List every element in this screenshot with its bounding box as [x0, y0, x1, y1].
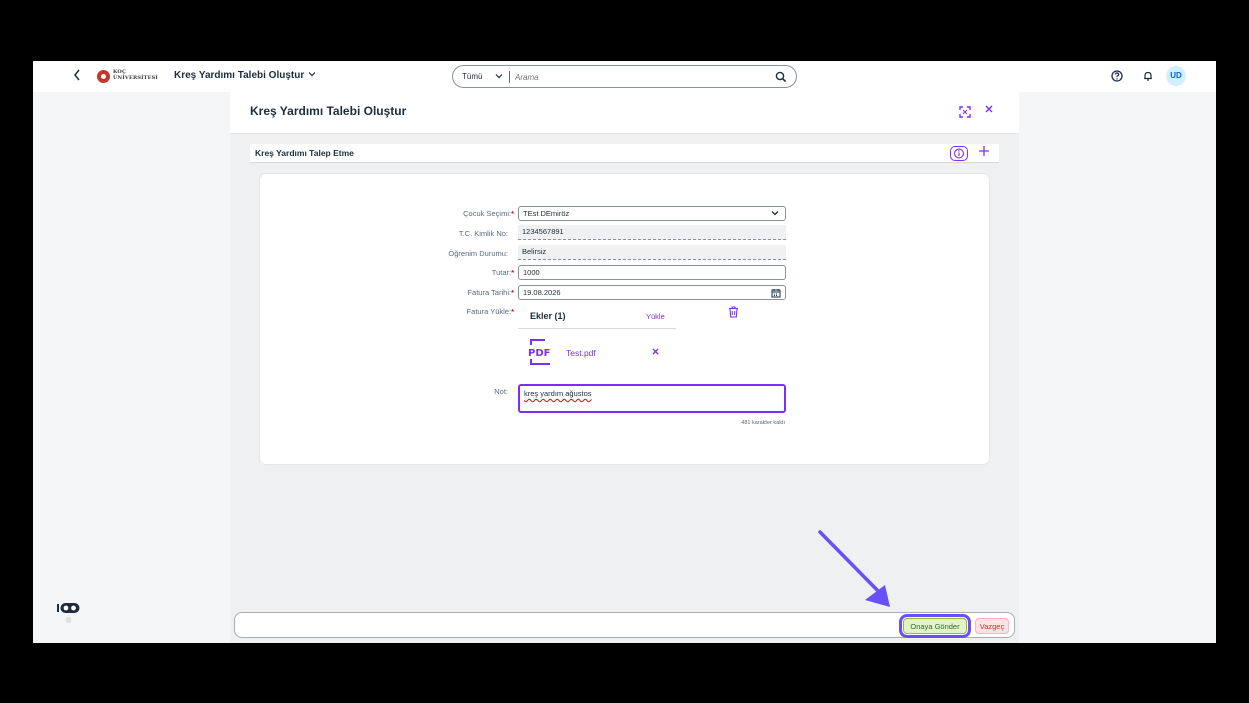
- character-counter: 481 karakter kaldı: [741, 420, 785, 426]
- tc-label: T.C. Kimlik No:: [458, 229, 508, 238]
- trash-icon: [729, 306, 738, 318]
- required-marker: *: [511, 288, 514, 297]
- calendar-icon: [771, 289, 781, 298]
- invoice-date-label: Fatura Tarihi:*: [344, 288, 514, 297]
- logo-text-bottom: ÜNİVERSİTESİ: [113, 75, 158, 81]
- section-title: Kreş Yardımı Talep Etme: [255, 148, 354, 158]
- add-button[interactable]: [978, 143, 990, 161]
- shell-bar: KOÇ ÜNİVERSİTESİ Kreş Yardımı Talebi Olu…: [33, 61, 1216, 92]
- chevron-down-icon: [308, 72, 316, 77]
- app-title[interactable]: Kreş Yardımı Talebi Oluştur: [174, 70, 304, 81]
- chevron-down-icon: [495, 74, 503, 79]
- help-button[interactable]: [1110, 69, 1124, 83]
- user-avatar[interactable]: UD: [1166, 66, 1186, 86]
- child-select[interactable]: TEst DEmiröz: [518, 206, 786, 221]
- bell-icon: [1144, 71, 1152, 81]
- chevron-down-icon: [771, 211, 779, 216]
- search-input[interactable]: [515, 70, 765, 84]
- note-label: Not:: [494, 387, 508, 396]
- search-divider: [509, 71, 510, 83]
- side-assistant-button[interactable]: [57, 601, 81, 613]
- invoice-date-picker[interactable]: 19.08.2026: [518, 285, 786, 300]
- plus-icon: [979, 146, 989, 156]
- child-label: Çocuk Seçimi:*: [344, 209, 514, 218]
- pdf-file-icon: PDF: [528, 338, 556, 366]
- toggle-icon: [57, 603, 80, 613]
- scope-chevron[interactable]: [494, 71, 504, 83]
- cancel-button[interactable]: Vazgeç: [975, 618, 1009, 634]
- remove-attachment-button[interactable]: [651, 347, 660, 359]
- invoice-date-label-text: Fatura Tarihi:: [467, 288, 512, 297]
- form-card: Çocuk Seçimi:* TEst DEmiröz T.C. Kimlik …: [260, 174, 989, 464]
- dialog-title: Kreş Yardımı Talebi Oluştur: [250, 104, 407, 118]
- submit-for-approval-button[interactable]: Onaya Gönder: [899, 614, 971, 638]
- note-textarea[interactable]: kreş yardım ağustos: [518, 384, 786, 413]
- education-field: Belirsiz: [518, 245, 786, 260]
- search-bar: Tümü: [452, 65, 797, 88]
- upload-link[interactable]: Yükle: [646, 312, 665, 321]
- required-marker: *: [511, 209, 514, 218]
- close-button[interactable]: [984, 103, 994, 117]
- attachment-file-name[interactable]: Test.pdf: [566, 348, 596, 358]
- invoice-upload-label-text: Fatura Yükle:: [466, 307, 512, 316]
- logo-mark: [97, 70, 110, 83]
- amount-label-text: Tutar:: [491, 268, 512, 277]
- dialog-footer: Onaya Gönder Vazgeç: [234, 612, 1015, 638]
- required-marker: *: [511, 307, 514, 316]
- info-button[interactable]: [950, 146, 968, 161]
- section-toolbar: Kreş Yardımı Talep Etme: [250, 144, 999, 163]
- help-icon: [1111, 70, 1123, 82]
- attachments-header: Ekler (1) Yükle: [518, 305, 676, 329]
- delete-attachments-button[interactable]: [728, 305, 739, 318]
- required-marker: *: [511, 268, 514, 277]
- child-value: TEst DEmiröz: [523, 209, 570, 218]
- search-icon: [775, 71, 787, 83]
- chevron-left-icon: [74, 69, 80, 81]
- info-icon: [954, 148, 964, 159]
- close-icon: [985, 105, 993, 113]
- invoice-date-value: 19.08.2026: [523, 288, 561, 297]
- side-indicator: [66, 617, 71, 623]
- app-window: KOÇ ÜNİVERSİTESİ Kreş Yardımı Talebi Olu…: [33, 61, 1216, 643]
- search-scope-select[interactable]: Tümü: [462, 72, 482, 81]
- fullscreen-icon: [959, 106, 971, 118]
- search-button[interactable]: [774, 70, 788, 84]
- pdf-icon: PDF: [528, 339, 550, 365]
- koc-university-logo[interactable]: KOÇ ÜNİVERSİTESİ: [97, 69, 158, 84]
- amount-input[interactable]: 1000: [518, 265, 786, 280]
- annotation-arrow-icon: [818, 530, 890, 607]
- close-icon: [652, 348, 659, 355]
- attachments-title: Ekler (1): [530, 311, 566, 321]
- fullscreen-button[interactable]: [959, 105, 971, 118]
- child-select-chevron[interactable]: [770, 208, 780, 221]
- svg-text:PDF: PDF: [528, 348, 550, 359]
- invoice-upload-label: Fatura Yükle:*: [344, 307, 514, 316]
- notifications-button[interactable]: [1141, 69, 1155, 83]
- tc-field: 1234567891: [518, 225, 786, 240]
- app-title-menu[interactable]: [307, 69, 317, 81]
- education-label: Öğrenim Durumu:: [448, 249, 508, 258]
- calendar-button[interactable]: [771, 288, 781, 298]
- child-label-text: Çocuk Seçimi:: [463, 209, 512, 218]
- amount-label: Tutar:*: [344, 268, 514, 277]
- dialog-header: Kreş Yardımı Talebi Oluştur: [230, 92, 1019, 134]
- back-button[interactable]: [72, 68, 86, 84]
